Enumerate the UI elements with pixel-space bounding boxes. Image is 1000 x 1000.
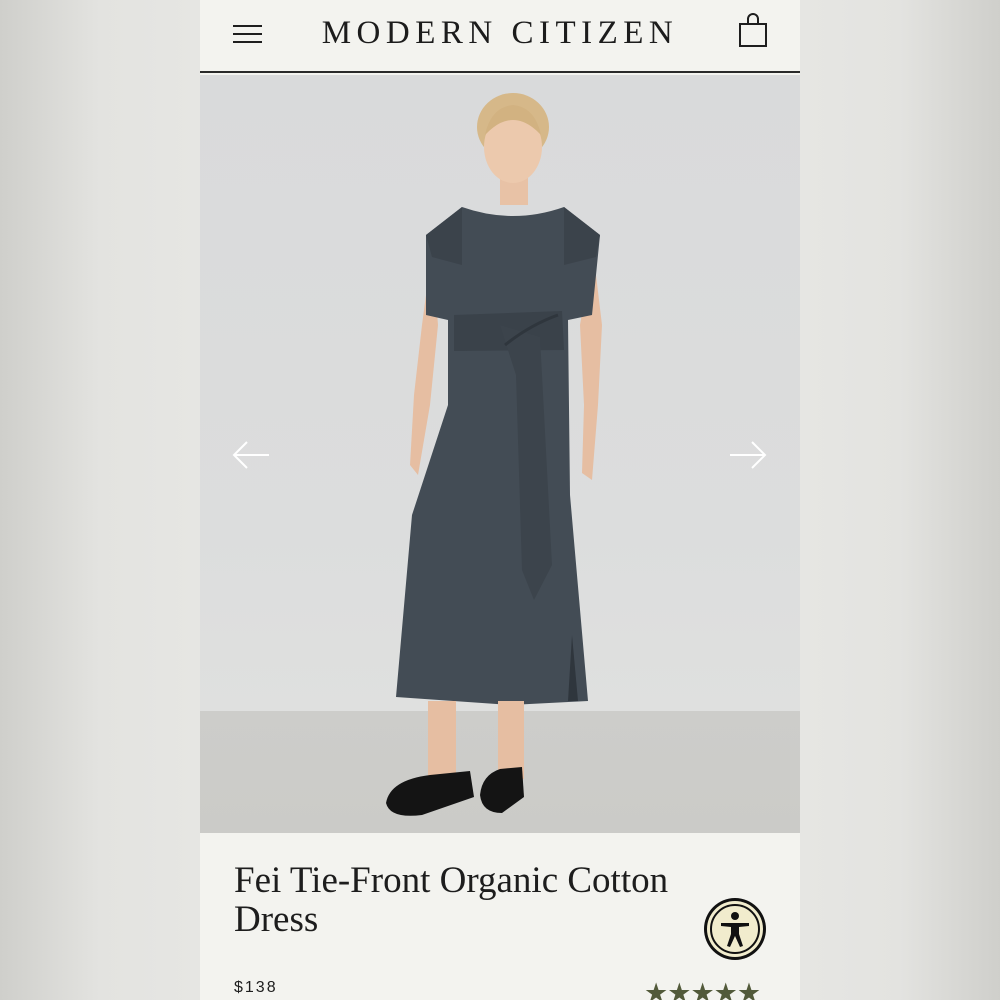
rating-stars[interactable]: ★★★★★ [644, 978, 761, 1000]
shopping-bag-icon[interactable] [738, 12, 768, 48]
accessibility-icon[interactable] [704, 898, 766, 960]
product-price: $138 [234, 979, 278, 996]
star-icon: ★ [667, 978, 691, 1000]
site-header: MODERN CITIZEN [200, 0, 800, 73]
brand-logo[interactable]: MODERN CITIZEN [290, 13, 710, 53]
arrow-right-icon[interactable] [728, 438, 768, 472]
arrow-left-icon[interactable] [231, 438, 271, 472]
product-image-gallery[interactable] [200, 75, 800, 833]
star-icon: ★ [690, 978, 714, 1000]
product-info: Fei Tie-Front Organic Cotton Dress $138 … [200, 833, 800, 1000]
product-image [386, 93, 602, 816]
star-icon: ★ [644, 978, 668, 1000]
star-icon: ★ [713, 978, 738, 1000]
product-title: Fei Tie-Front Organic Cotton Dress [234, 860, 669, 940]
hamburger-menu-icon[interactable] [233, 22, 263, 44]
phone-screen: MODERN CITIZEN Fei Tie-Front Organic Cot… [200, 0, 800, 1000]
star-icon: ★ [736, 978, 761, 1000]
